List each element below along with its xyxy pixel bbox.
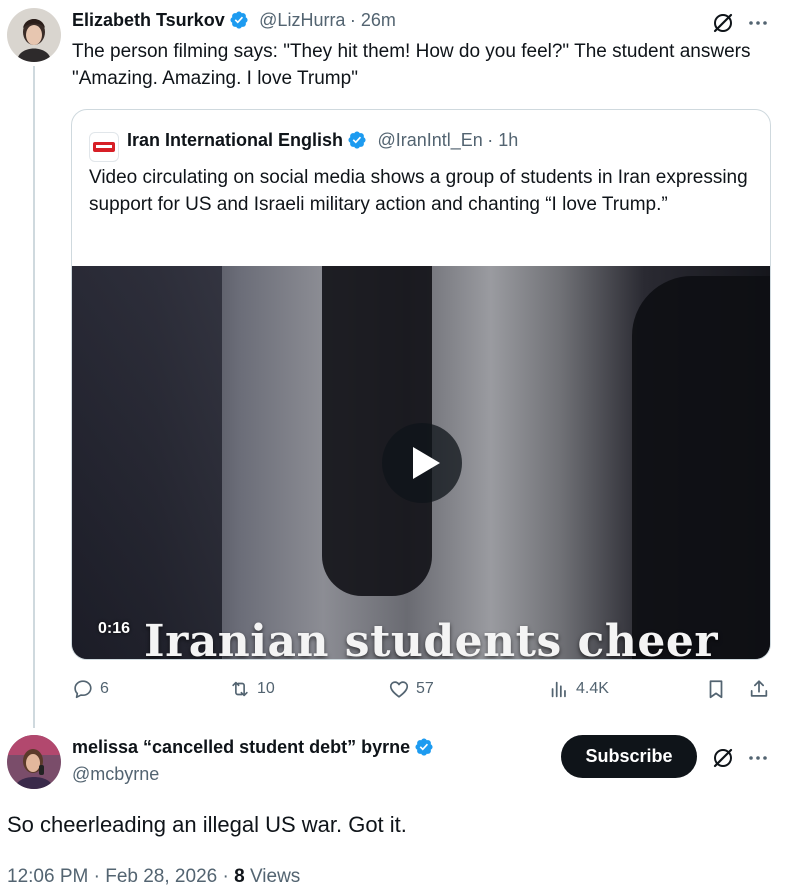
like-icon xyxy=(389,681,409,698)
reply-author-avatar[interactable] xyxy=(7,735,61,789)
repost-icon xyxy=(232,681,248,697)
views-button[interactable]: 4.4K xyxy=(548,678,609,700)
verified-badge-icon xyxy=(414,737,434,757)
quote-text: Video circulating on social media shows … xyxy=(89,167,748,215)
reply-author-name[interactable]: melissa “cancelled student debt” byrne xyxy=(72,737,410,757)
video-frame-shape xyxy=(72,266,222,659)
quote-header: Iran International English @IranIntl_En … xyxy=(127,130,518,151)
quote-author-handle[interactable]: @IranIntl_En xyxy=(377,130,482,150)
more-icon[interactable] xyxy=(746,11,770,35)
quote-avatar[interactable] xyxy=(89,132,119,162)
repost-button[interactable]: 10 xyxy=(229,678,275,700)
post-text: The person filming says: "They hit them!… xyxy=(72,41,751,89)
reply-author-handle[interactable]: @mcbyrne xyxy=(72,764,159,785)
video-caption: Iranian students cheer xyxy=(144,616,718,659)
grok-icon[interactable] xyxy=(711,11,735,35)
reply-meta: 12:06 PM · Feb 28, 2026 · 8 Views xyxy=(7,866,301,887)
views-icon xyxy=(551,681,566,698)
quote-author-name[interactable]: Iran International English xyxy=(127,130,343,150)
like-count: 57 xyxy=(416,680,434,697)
reply-button[interactable]: 6 xyxy=(72,678,109,700)
verified-badge-icon xyxy=(229,10,249,30)
video-frame-shape xyxy=(632,276,770,659)
more-icon[interactable] xyxy=(746,746,770,770)
reply-views-label: Views xyxy=(249,866,301,887)
reply-icon xyxy=(74,680,92,699)
reply-time[interactable]: 12:06 PM xyxy=(7,866,88,887)
reply-header: melissa “cancelled student debt” byrne xyxy=(72,737,434,758)
quoted-post[interactable]: Iran International English @IranIntl_En … xyxy=(71,109,771,660)
reply-text: So cheerleading an illegal US war. Got i… xyxy=(7,812,407,837)
thread-line xyxy=(33,66,35,728)
subscribe-button[interactable]: Subscribe xyxy=(561,735,697,778)
reply-count: 6 xyxy=(100,680,109,697)
reply-date[interactable]: Feb 28, 2026 xyxy=(105,866,217,887)
author-handle[interactable]: @LizHurra xyxy=(259,10,345,30)
quote-age[interactable]: · 1h xyxy=(487,130,518,150)
author-avatar[interactable] xyxy=(7,8,61,62)
video-player[interactable]: Iranian students cheer 0:16 xyxy=(72,266,770,659)
author-name[interactable]: Elizabeth Tsurkov xyxy=(72,10,225,30)
share-icon[interactable] xyxy=(748,678,770,700)
grok-icon[interactable] xyxy=(711,746,735,770)
play-icon xyxy=(413,447,440,479)
reply-view-count: 8 xyxy=(234,866,245,887)
play-button[interactable] xyxy=(382,423,462,503)
post-age[interactable]: · 26m xyxy=(350,10,396,30)
bookmark-icon[interactable] xyxy=(705,678,727,700)
repost-count: 10 xyxy=(257,680,275,697)
like-button[interactable]: 57 xyxy=(388,678,434,700)
view-count: 4.4K xyxy=(576,680,609,697)
video-duration: 0:16 xyxy=(98,620,131,637)
post-header: Elizabeth Tsurkov @LizHurra · 26m xyxy=(72,10,396,31)
verified-badge-icon xyxy=(347,130,367,150)
